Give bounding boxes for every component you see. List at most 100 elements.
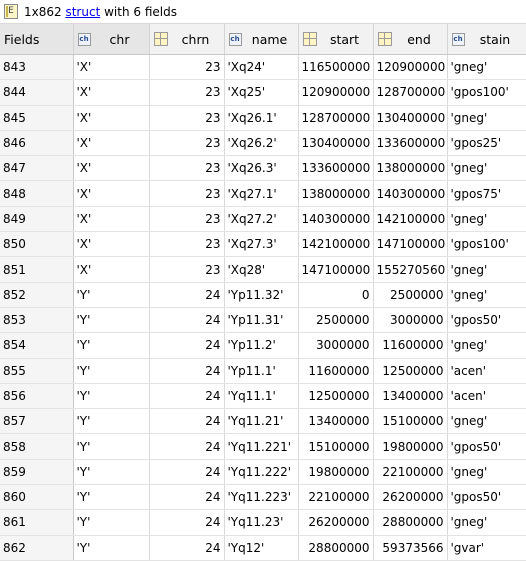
cell-chr[interactable]: 'X' — [73, 105, 150, 131]
cell-name[interactable]: 'Yq11.21' — [224, 408, 299, 435]
cell-start[interactable]: 128700000 — [298, 105, 374, 131]
cell-start[interactable]: 120900000 — [298, 79, 374, 106]
cell-end[interactable]: 22100000 — [373, 459, 448, 486]
table-row[interactable]: 849 'X' 23 'Xq27.2' 140300000 142100000'gneg' — [0, 206, 526, 233]
cell-chrn[interactable]: 24 — [149, 282, 225, 308]
table-row[interactable]: 847 'X' 23 'Xq26.3' 133600000 138000000'gneg' — [0, 155, 526, 182]
row-index-cell[interactable]: 848 — [0, 180, 74, 207]
cell-chr[interactable]: 'Y' — [73, 307, 150, 334]
row-index-cell[interactable]: 844 — [0, 79, 74, 106]
cell-name[interactable]: 'Xq26.2' — [224, 130, 299, 157]
row-index-cell[interactable]: 858 — [0, 433, 74, 460]
row-index-cell[interactable]: 860 — [0, 484, 74, 511]
cell-chr[interactable]: 'Y' — [73, 332, 150, 359]
cell-chrn[interactable]: 24 — [149, 509, 225, 536]
cell-stain[interactable]: 'gneg' — [447, 408, 526, 435]
table-row[interactable]: 860 'Y' 24 'Yq11.223' 22100000 26200000'gpos5… — [0, 484, 526, 511]
table-row[interactable]: 846 'X' 23 'Xq26.2' 130400000 133600000'gpos2… — [0, 130, 526, 157]
cell-chrn[interactable]: 24 — [149, 307, 225, 334]
cell-name[interactable]: 'Yp11.1' — [224, 358, 299, 384]
row-index-cell[interactable]: 856 — [0, 383, 74, 410]
cell-end[interactable]: 138000000 — [373, 155, 448, 182]
table-row[interactable]: 857 'Y' 24 'Yq11.21' 13400000 15100000'gneg' — [0, 408, 526, 435]
cell-stain[interactable]: 'gneg' — [447, 509, 526, 536]
cell-end[interactable]: 15100000 — [373, 408, 448, 435]
cell-stain[interactable]: 'gneg' — [447, 105, 526, 131]
cell-chrn[interactable]: 23 — [149, 180, 225, 207]
cell-chr[interactable]: 'Y' — [73, 459, 150, 486]
table-row[interactable]: 848 'X' 23 'Xq27.1' 138000000 140300000'gpos7… — [0, 180, 526, 207]
table-row[interactable]: 853 'Y' 24 'Yp11.31' 2500000 3000000'gpos50' — [0, 307, 526, 334]
cell-name[interactable]: 'Yq11.23' — [224, 509, 299, 536]
cell-end[interactable]: 128700000 — [373, 79, 448, 106]
cell-chrn[interactable]: 23 — [149, 206, 225, 233]
cell-name[interactable]: 'Xq24' — [224, 54, 299, 81]
row-index-cell[interactable]: 854 — [0, 332, 74, 359]
cell-stain[interactable]: 'gneg' — [447, 459, 526, 486]
row-index-cell[interactable]: 862 — [0, 535, 74, 561]
cell-chr[interactable]: 'Y' — [73, 433, 150, 460]
cell-name[interactable]: 'Yp11.32' — [224, 282, 299, 308]
column-header-chr[interactable]: ch chr — [73, 24, 150, 55]
table-row[interactable]: 861 'Y' 24 'Yq11.23' 26200000 28800000'gneg' — [0, 509, 526, 536]
cell-chrn[interactable]: 23 — [149, 79, 225, 106]
cell-stain[interactable]: 'gneg' — [447, 155, 526, 182]
cell-chr[interactable]: 'X' — [73, 206, 150, 233]
cell-chrn[interactable]: 23 — [149, 256, 225, 283]
table-row[interactable]: 851 'X' 23 'Xq28' 147100000 155270560'gneg' — [0, 256, 526, 283]
cell-chrn[interactable]: 24 — [149, 383, 225, 410]
row-index-cell[interactable]: 851 — [0, 256, 74, 283]
cell-stain[interactable]: 'acen' — [447, 358, 526, 384]
cell-name[interactable]: 'Xq27.3' — [224, 231, 299, 258]
column-header-stain[interactable]: ch stain — [447, 24, 526, 55]
cell-chr[interactable]: 'Y' — [73, 383, 150, 410]
cell-chr[interactable]: 'X' — [73, 180, 150, 207]
column-header-name[interactable]: ch name — [224, 24, 299, 55]
cell-chrn[interactable]: 23 — [149, 105, 225, 131]
table-row[interactable]: 843 'X' 23 'Xq24' 116500000 120900000'gneg' — [0, 54, 526, 81]
cell-chr[interactable]: 'X' — [73, 256, 150, 283]
cell-stain[interactable]: 'gneg' — [447, 54, 526, 81]
cell-chr[interactable]: 'X' — [73, 231, 150, 258]
cell-chr[interactable]: 'X' — [73, 79, 150, 106]
cell-chr[interactable]: 'X' — [73, 130, 150, 157]
cell-chrn[interactable]: 23 — [149, 54, 225, 81]
cell-stain[interactable]: 'gpos100' — [447, 79, 526, 106]
cell-start[interactable]: 19800000 — [298, 459, 374, 486]
table-row[interactable]: 850 'X' 23 'Xq27.3' 142100000 147100000'gpos1… — [0, 231, 526, 258]
cell-name[interactable]: 'Yq11.222' — [224, 459, 299, 486]
cell-name[interactable]: 'Yp11.31' — [224, 307, 299, 334]
cell-name[interactable]: 'Xq25' — [224, 79, 299, 106]
row-index-cell[interactable]: 859 — [0, 459, 74, 486]
row-index-cell[interactable]: 855 — [0, 358, 74, 384]
column-header-end[interactable]: end — [373, 24, 448, 55]
cell-end[interactable]: 140300000 — [373, 180, 448, 207]
cell-end[interactable]: 28800000 — [373, 509, 448, 536]
row-index-cell[interactable]: 850 — [0, 231, 74, 258]
cell-start[interactable]: 2500000 — [298, 307, 374, 334]
table-row[interactable]: 852 'Y' 24 'Yp11.32' 0 2500000'gneg' — [0, 282, 526, 308]
cell-stain[interactable]: 'gneg' — [447, 206, 526, 233]
row-index-cell[interactable]: 852 — [0, 282, 74, 308]
cell-end[interactable]: 3000000 — [373, 307, 448, 334]
table-row[interactable]: 855 'Y' 24 'Yp11.1' 11600000 12500000'acen' — [0, 358, 526, 384]
cell-start[interactable]: 116500000 — [298, 54, 374, 81]
cell-stain[interactable]: 'gpos25' — [447, 130, 526, 157]
cell-stain[interactable]: 'gneg' — [447, 282, 526, 308]
row-index-cell[interactable]: 861 — [0, 509, 74, 536]
cell-name[interactable]: 'Yp11.2' — [224, 332, 299, 359]
cell-chrn[interactable]: 23 — [149, 155, 225, 182]
cell-end[interactable]: 142100000 — [373, 206, 448, 233]
cell-start[interactable]: 140300000 — [298, 206, 374, 233]
table-row[interactable]: 854 'Y' 24 'Yp11.2' 3000000 11600000'gneg' — [0, 332, 526, 359]
cell-stain[interactable]: 'gvar' — [447, 535, 526, 561]
cell-chrn[interactable]: 24 — [149, 408, 225, 435]
cell-chr[interactable]: 'Y' — [73, 484, 150, 511]
cell-start[interactable]: 133600000 — [298, 155, 374, 182]
cell-end[interactable]: 130400000 — [373, 105, 448, 131]
struct-array-table[interactable]: Fields ch chr chrn ch name start end ch sta… — [0, 24, 526, 561]
cell-start[interactable]: 142100000 — [298, 231, 374, 258]
cell-chrn[interactable]: 24 — [149, 484, 225, 511]
cell-end[interactable]: 147100000 — [373, 231, 448, 258]
table-row[interactable]: 856 'Y' 24 'Yq11.1' 12500000 13400000'acen' — [0, 383, 526, 410]
